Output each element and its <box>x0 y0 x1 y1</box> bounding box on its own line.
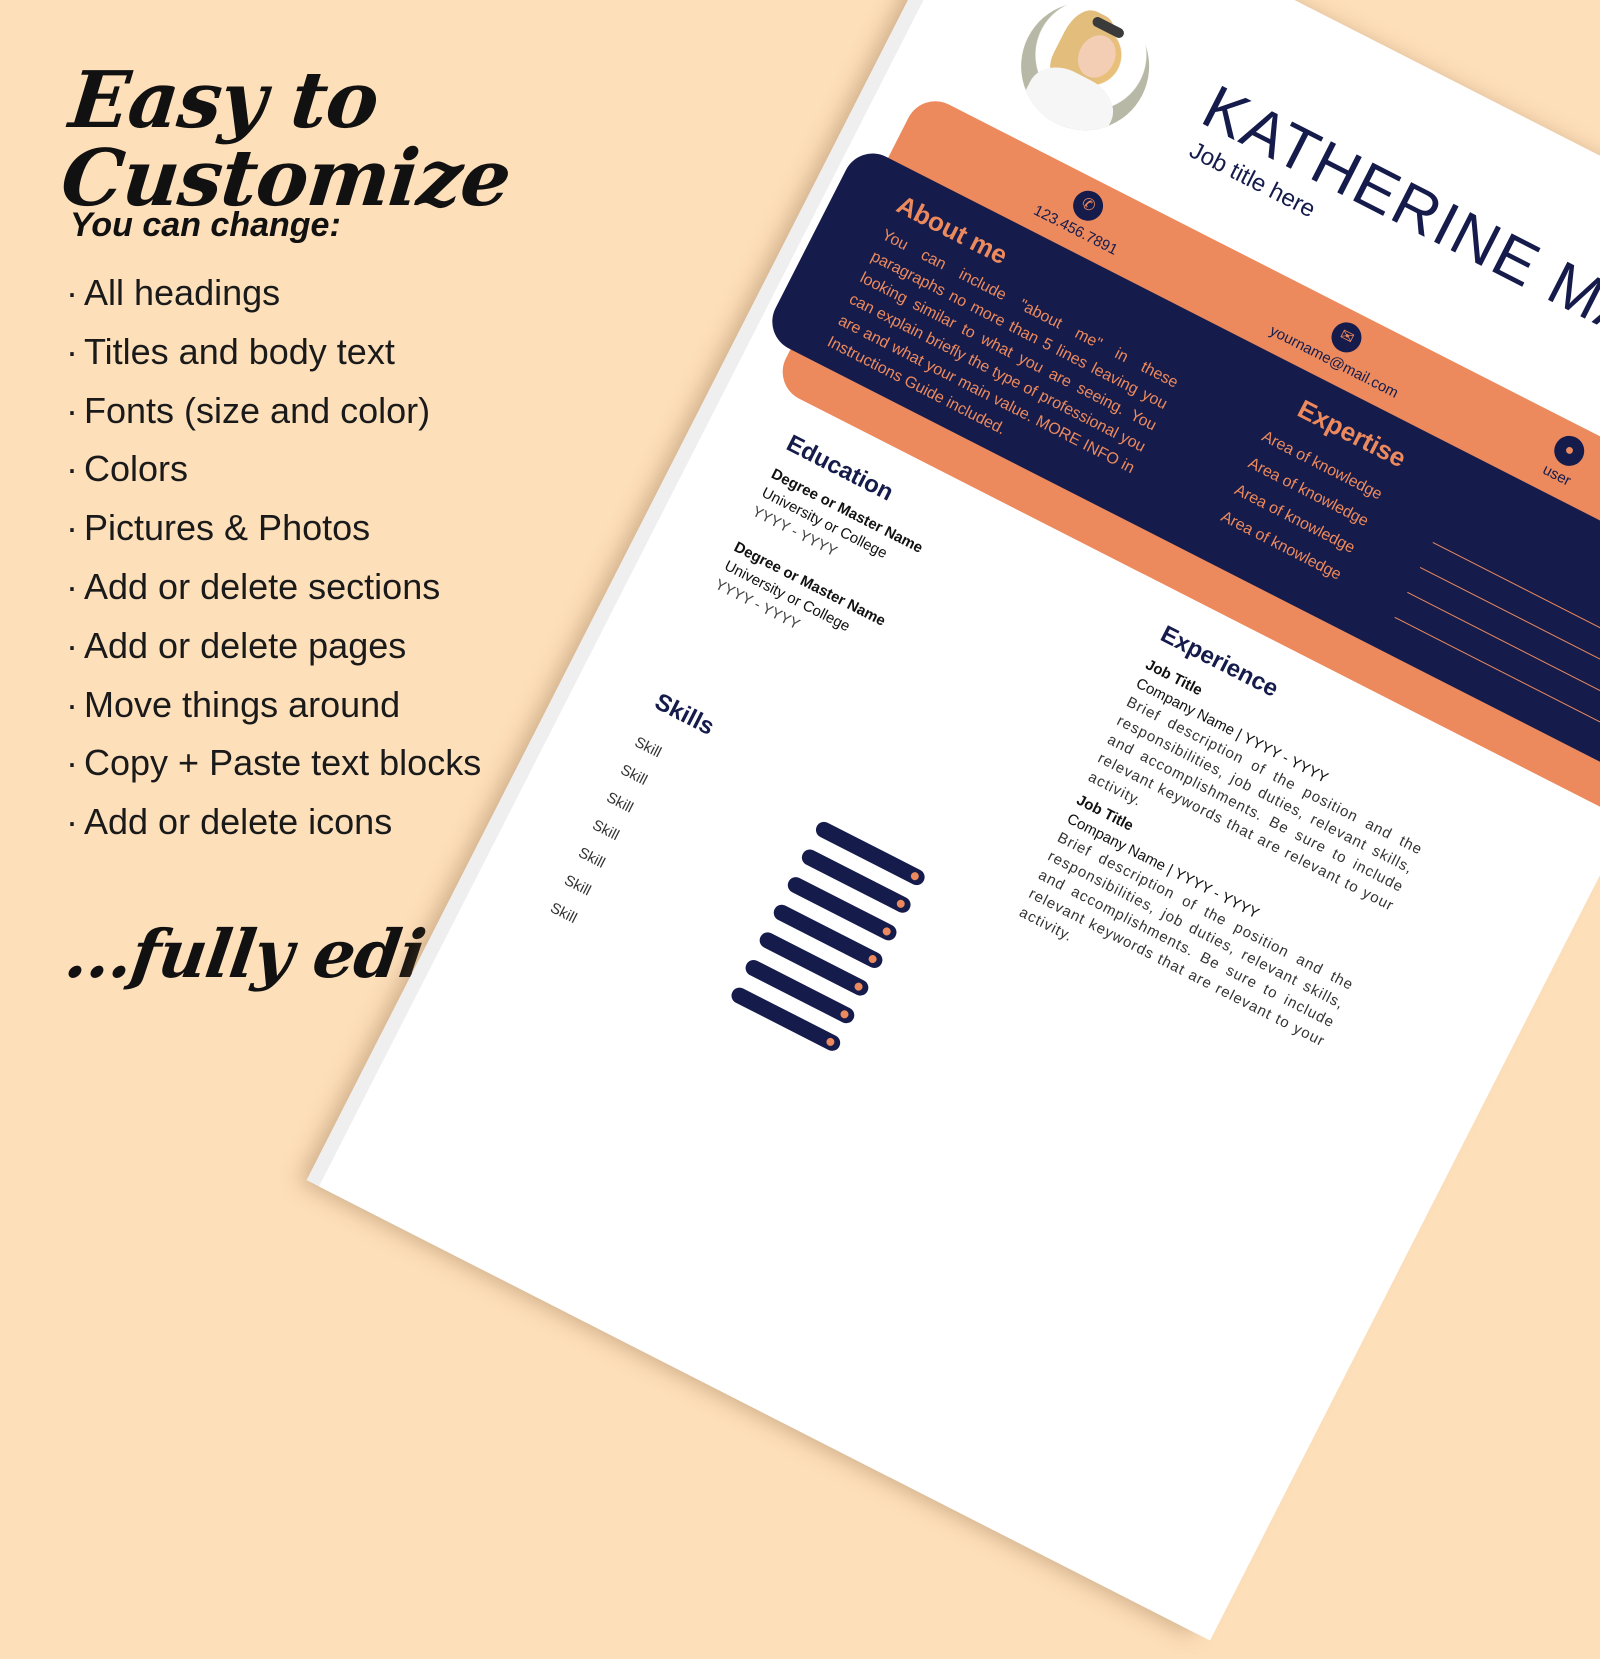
bullet: · <box>66 389 78 431</box>
skill-bar-dot <box>853 981 864 993</box>
feature-item: · Pictures & Photos <box>66 499 481 558</box>
feature-item: · Copy + Paste text blocks <box>66 734 481 793</box>
subheading: You can change: <box>70 206 341 244</box>
feature-item: · Fonts (size and color) <box>66 382 481 441</box>
feature-item: · Move things around <box>66 676 481 735</box>
feature-label: Add or delete pages <box>84 624 407 666</box>
bullet: · <box>66 624 78 666</box>
feature-item: · Titles and body text <box>66 323 481 382</box>
skills-list: Skill Skill Skill Skill Skill Skill Skil… <box>544 727 667 933</box>
feature-item: · Add or delete pages <box>66 617 481 676</box>
skill-bar <box>813 819 928 888</box>
feature-label: Pictures & Photos <box>84 507 371 549</box>
feature-item: · Add or delete sections <box>66 558 481 617</box>
feature-label: Titles and body text <box>84 330 395 372</box>
resume-page: KATHERINE MA Job title here ✆ 123.456.78… <box>319 0 1600 1641</box>
skill-bar-dot <box>825 1036 836 1048</box>
bullet: · <box>66 507 78 549</box>
feature-item: · Add or delete icons <box>66 793 481 852</box>
feature-label: Copy + Paste text blocks <box>84 742 482 784</box>
feature-label: Fonts (size and color) <box>84 389 431 431</box>
bullet: · <box>66 272 78 313</box>
bullet: · <box>66 330 78 372</box>
skill-bar-dot <box>895 898 907 910</box>
feature-label: Add or delete sections <box>84 565 441 607</box>
bullet: · <box>66 742 78 784</box>
feature-label: All headings <box>84 272 281 313</box>
feature-label: Move things around <box>84 683 401 725</box>
bullet: · <box>66 448 78 490</box>
headline: Easy to Customize <box>57 55 515 224</box>
skill-bar-dot <box>867 953 878 965</box>
feature-label: Colors <box>84 448 189 490</box>
skills-heading: Skills <box>650 688 719 741</box>
bullet: · <box>66 801 78 843</box>
skill-bar-dot <box>881 926 893 937</box>
feature-label: Add or delete icons <box>84 801 393 843</box>
bullet: · <box>66 565 78 607</box>
feature-list: · All headings · Titles and body text · Fon… <box>66 264 481 852</box>
profile-photo <box>999 0 1172 153</box>
feature-item: · All headings <box>66 264 481 323</box>
feature-item: · Colors <box>66 440 481 499</box>
bullet: · <box>66 683 78 725</box>
skill-bar-dot <box>839 1008 850 1020</box>
skill-bar-dot <box>909 870 921 882</box>
